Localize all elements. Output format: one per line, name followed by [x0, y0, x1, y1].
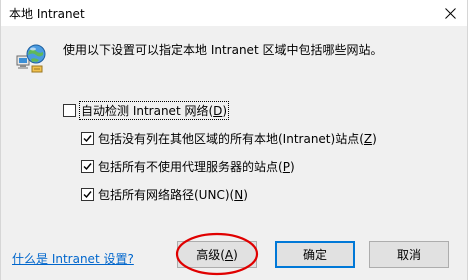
unc-paths-label: 包括所有网络路径(UNC)(N) [98, 188, 248, 202]
intranet-help-link[interactable]: 什么是 Intranet 设置? [12, 250, 134, 267]
checkmark-icon [83, 135, 92, 143]
bypass-proxy-option[interactable]: 包括所有不使用代理服务器的站点(P) [81, 158, 295, 175]
auto-detect-checkbox[interactable] [63, 104, 76, 117]
close-icon [444, 7, 456, 19]
checkmark-icon [83, 191, 92, 199]
local-sites-checkbox[interactable] [81, 132, 94, 145]
cancel-button-label: 取消 [396, 248, 421, 262]
ok-button-label: 确定 [302, 248, 327, 262]
checkmark-icon [83, 163, 92, 171]
unc-paths-option[interactable]: 包括所有网络路径(UNC)(N) [81, 186, 248, 203]
dialog-body: 使用以下设置可以指定本地 Intranet 区域中包括哪些网站。 自动检测 In… [1, 26, 467, 280]
title-bar: 本地 Intranet [1, 0, 467, 26]
intranet-dialog: 本地 Intranet 使用以下设置可以指定本地 Intranet 区域中包括哪… [0, 0, 468, 280]
auto-detect-label: 自动检测 Intranet 网络(D) [78, 101, 230, 120]
local-sites-label: 包括没有列在其他区域的所有本地(Intranet)站点(Z) [98, 132, 377, 146]
window-title: 本地 Intranet [9, 7, 85, 21]
ok-button[interactable]: 确定 [275, 241, 355, 268]
local-sites-option[interactable]: 包括没有列在其他区域的所有本地(Intranet)站点(Z) [81, 130, 377, 147]
cancel-button[interactable]: 取消 [369, 241, 449, 268]
description-text: 使用以下设置可以指定本地 Intranet 区域中包括哪些网站。 [63, 43, 383, 57]
bypass-proxy-checkbox[interactable] [81, 160, 94, 173]
close-button[interactable] [433, 0, 467, 26]
auto-detect-option[interactable]: 自动检测 Intranet 网络(D) [63, 101, 230, 120]
bypass-proxy-label: 包括所有不使用代理服务器的站点(P) [98, 160, 295, 174]
advanced-button-label: 高级(A) [196, 248, 238, 262]
unc-paths-checkbox[interactable] [81, 188, 94, 201]
advanced-button[interactable]: 高级(A) [177, 241, 257, 268]
network-globe-icon [16, 44, 46, 73]
